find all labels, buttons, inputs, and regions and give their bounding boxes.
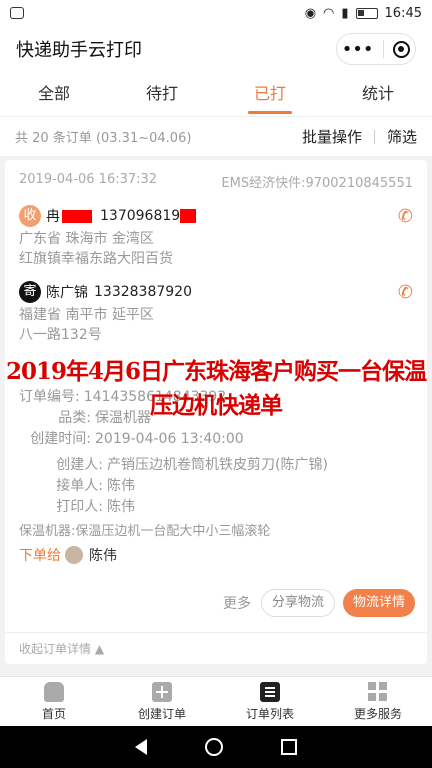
nav-more-services-label: 更多服务 [353,706,402,721]
close-target-icon[interactable] [393,40,411,58]
wifi-icon: ◠ [323,5,335,21]
nav-order-list[interactable]: 订单列表 [216,677,324,726]
notification-icon [10,7,24,19]
tab-statistics[interactable]: 统计 [324,72,432,116]
mini-program-capsule: ••• [336,33,416,65]
system-nav-bar [0,726,432,768]
printer-value: 陈伟 [107,499,135,515]
printer-row: 打印人: 陈伟 [5,497,427,518]
tab-to-print[interactable]: 待打 [108,72,216,116]
eye-icon: ◉ [304,5,317,21]
nav-create-order-label: 创建订单 [137,706,186,721]
home-icon [44,681,64,702]
sim-icon: ▮ [341,5,349,21]
status-time: 16:45 [384,5,422,21]
redaction-block [180,209,197,223]
created-time-row: 创建时间: 2019-04-06 13:40:00 [5,429,427,450]
status-bar: ◉ ◠ ▮ 16:45 [0,0,432,26]
receiver-address-line1: 广东省 珠海市 金湾区 [19,231,154,247]
printer-label: 打印人: [56,499,103,515]
recent-apps-icon[interactable] [281,739,297,755]
avatar [65,546,83,564]
order-datetime: 2019-04-06 16:37:32 [19,172,158,187]
express-number: EMS经济快件:9700210845551 [221,176,413,191]
creator-label: 创建人: [56,457,103,473]
app-bar: 快递助手云打印 ••• [0,26,432,72]
sender-phone: 13328387920 [94,284,192,300]
redaction-block [62,209,92,223]
page-title: 快递助手云打印 [16,40,142,61]
grid-icon [368,681,388,702]
order-to-row: 下单给 陈伟 [5,545,427,565]
receiver-name: 冉 [46,209,60,225]
created-time-value: 2019-04-06 13:40:00 [95,431,244,447]
filter-button[interactable]: 筛选 [387,126,417,147]
tab-printed[interactable]: 已打 [216,72,324,116]
capsule-divider [382,40,384,58]
sender-row: 寄 陈广锦 13328387920 ✆ [5,281,427,303]
battery-icon [355,7,378,19]
nav-create-order[interactable]: 创建订单 [108,677,216,726]
nav-order-list-label: 订单列表 [245,706,294,721]
sender-address: 福建省 南平市 延平区 八一路132号 [5,303,427,345]
nav-home-label: 首页 [41,706,66,721]
sender-name: 陈广锦 [46,285,88,301]
goods-description: 保温机器:保温压边机一台配大中小三幅滚轮 [19,524,271,539]
order-to-label: 下单给 [19,548,61,564]
receiver-address: 广东省 珠海市 金湾区 红旗镇幸福东路大阳百货 [5,227,427,269]
order-actions: 更多 分享物流 物流详情 [5,589,427,617]
collapse-details-link[interactable]: 收起订单详情 ▲ [5,632,427,664]
receiver-address-line2: 红旗镇幸福东路大阳百货 [19,251,173,267]
status-right: ◉ ◠ ▮ 16:45 [305,6,422,21]
nav-home[interactable]: 首页 [0,677,108,726]
receiver-staff-label: 接单人: [56,478,103,494]
sender-address-line1: 福建省 南平市 延平区 [19,307,154,323]
creator-row: 创建人: 产销压边机卷筒机铁皮剪刀(陈广锦) [5,455,427,476]
share-logistics-button[interactable]: 分享物流 [260,589,335,617]
summary-bar: 共 20 条订单 (03.31~04.06) 批量操作 筛选 [0,116,432,156]
list-icon [260,681,280,702]
sender-badge: 寄 [19,281,41,303]
tab-all[interactable]: 全部 [0,72,108,116]
receiver-row: 收 冉 137096819 ✆ [5,205,427,227]
order-to-name: 陈伟 [89,548,117,564]
order-card: 2019-04-06 16:37:32 EMS经济快件:970021084555… [5,160,427,664]
nav-more-services[interactable]: 更多服务 [324,677,432,726]
order-count: 共 20 条订单 (03.31~04.06) [15,131,192,146]
created-time-label: 创建时间: [30,431,91,447]
bottom-nav: 首页 创建订单 订单列表 更多服务 [0,676,432,726]
more-button[interactable]: 更多 [223,593,251,613]
status-left [10,7,305,19]
more-menu-button[interactable]: ••• [342,39,374,60]
overlay-caption: 2019年4月6日广东珠海客户购买一台保温压边机快递单 [5,358,427,419]
batch-operation-button[interactable]: 批量操作 [302,126,362,147]
receiver-phone: 137096819 [100,208,181,224]
order-tabs: 全部 待打 已打 统计 [0,72,432,116]
receiver-staff-row: 接单人: 陈伟 [5,476,427,497]
order-header: 2019-04-06 16:37:32 EMS经济快件:970021084555… [5,160,427,191]
sender-address-line2: 八一路132号 [19,327,102,343]
logistics-detail-button[interactable]: 物流详情 [342,589,415,617]
summary-divider [373,129,375,144]
receiver-badge: 收 [19,205,41,227]
phone-call-icon[interactable]: ✆ [398,282,413,303]
home-circle-icon[interactable] [205,738,223,756]
add-icon [152,681,172,702]
creator-value: 产销压边机卷筒机铁皮剪刀(陈广锦) [107,457,328,473]
phone-call-icon[interactable]: ✆ [398,206,413,227]
back-icon[interactable] [135,739,147,755]
receiver-staff-value: 陈伟 [107,478,135,494]
